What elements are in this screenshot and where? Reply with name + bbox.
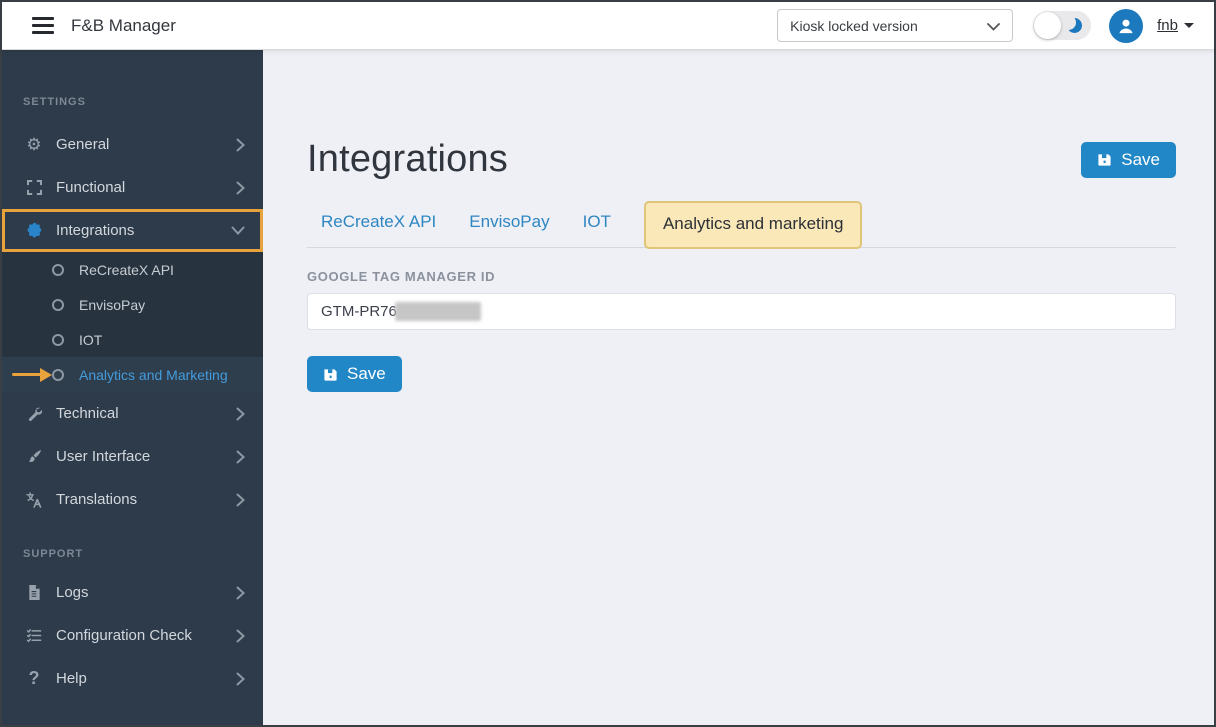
section-support-label: SUPPORT [23,548,84,560]
chevron-right-icon [236,450,245,464]
radio-circle-icon [52,298,64,311]
page-title: Integrations [307,138,508,180]
user-avatar[interactable] [1109,8,1144,43]
chevron-right-icon [236,672,245,686]
chevron-right-icon [236,181,245,195]
question-icon: ? [28,668,40,688]
sidebar-item-general[interactable]: ⚙ General [2,123,263,166]
top-bar: F&B Manager Kiosk locked version fnb [2,2,1214,50]
sidebar-item-translations[interactable]: Translations [2,478,263,521]
sidebar-item-logs[interactable]: Logs [2,571,263,614]
sidebar: SETTINGS ⚙ General Functional Integratio… [2,50,263,725]
document-icon [23,585,45,600]
radio-circle-icon [52,333,64,346]
annotation-arrow [12,367,52,382]
puzzle-icon [23,222,45,239]
version-select[interactable]: Kiosk locked version [777,9,1014,42]
radio-circle-icon [52,263,64,276]
main-content: Integrations Save ReCreateX API EnvisoPa… [263,50,1214,725]
chevron-right-icon [236,407,245,421]
chevron-right-icon [236,629,245,643]
floppy-icon [324,368,337,381]
tab-bar: ReCreateX API EnvisoPay IOT Analytics an… [307,199,1176,249]
hamburger-menu-icon[interactable] [32,17,54,34]
integrations-submenu: ReCreateX API EnvisoPay IOT Analytics an… [2,252,263,392]
gear-icon: ⚙ [26,134,42,154]
sidebar-subitem-envisopay[interactable]: EnvisoPay [2,287,263,322]
caret-down-icon [1184,23,1194,28]
topbar-right: Kiosk locked version fnb [777,8,1194,43]
version-select-value: Kiosk locked version [790,17,918,34]
moon-icon [1067,18,1083,33]
chevron-right-icon [236,138,245,152]
sidebar-subitem-analytics-marketing[interactable]: Analytics and Marketing [2,357,263,392]
radio-circle-icon [52,368,64,381]
gtm-id-label: GOOGLE TAG MANAGER ID [307,269,496,284]
chevron-right-icon [236,493,245,507]
username: fnb [1157,17,1178,34]
chevron-right-icon [236,586,245,600]
app-window: F&B Manager Kiosk locked version fnb SET… [0,0,1216,727]
fullscreen-icon [23,180,45,195]
chevron-down-icon [231,226,245,235]
redaction-blur [395,302,481,321]
sidebar-item-functional[interactable]: Functional [2,166,263,209]
translate-icon [23,491,45,508]
tab-envisopay[interactable]: EnvisoPay [469,199,549,247]
save-button-top[interactable]: Save [1081,141,1176,178]
save-button-bottom[interactable]: Save [307,356,402,392]
tab-analytics-and-marketing[interactable]: Analytics and marketing [643,201,863,249]
app-title: F&B Manager [71,15,176,35]
wrench-icon [23,406,45,421]
section-settings-label: SETTINGS [23,96,86,108]
sidebar-item-user-interface[interactable]: User Interface [2,435,263,478]
dark-mode-toggle[interactable] [1033,11,1092,40]
chevron-down-icon [987,18,1001,34]
toggle-knob [1034,12,1062,39]
floppy-icon [1098,154,1111,166]
sidebar-subitem-recreatex-api[interactable]: ReCreateX API [2,252,263,287]
user-menu[interactable]: fnb [1157,17,1194,34]
sidebar-item-configuration-check[interactable]: Configuration Check [2,614,263,657]
tab-iot[interactable]: IOT [583,199,611,247]
checklist-icon [23,628,45,643]
sidebar-item-help[interactable]: ? Help [2,657,263,700]
sidebar-item-technical[interactable]: Technical [2,392,263,435]
sidebar-item-integrations[interactable]: Integrations [2,209,263,252]
person-icon [1119,19,1133,33]
tab-recreatex-api[interactable]: ReCreateX API [321,199,436,247]
sidebar-subitem-iot[interactable]: IOT [2,322,263,357]
paintbrush-icon [23,449,45,464]
